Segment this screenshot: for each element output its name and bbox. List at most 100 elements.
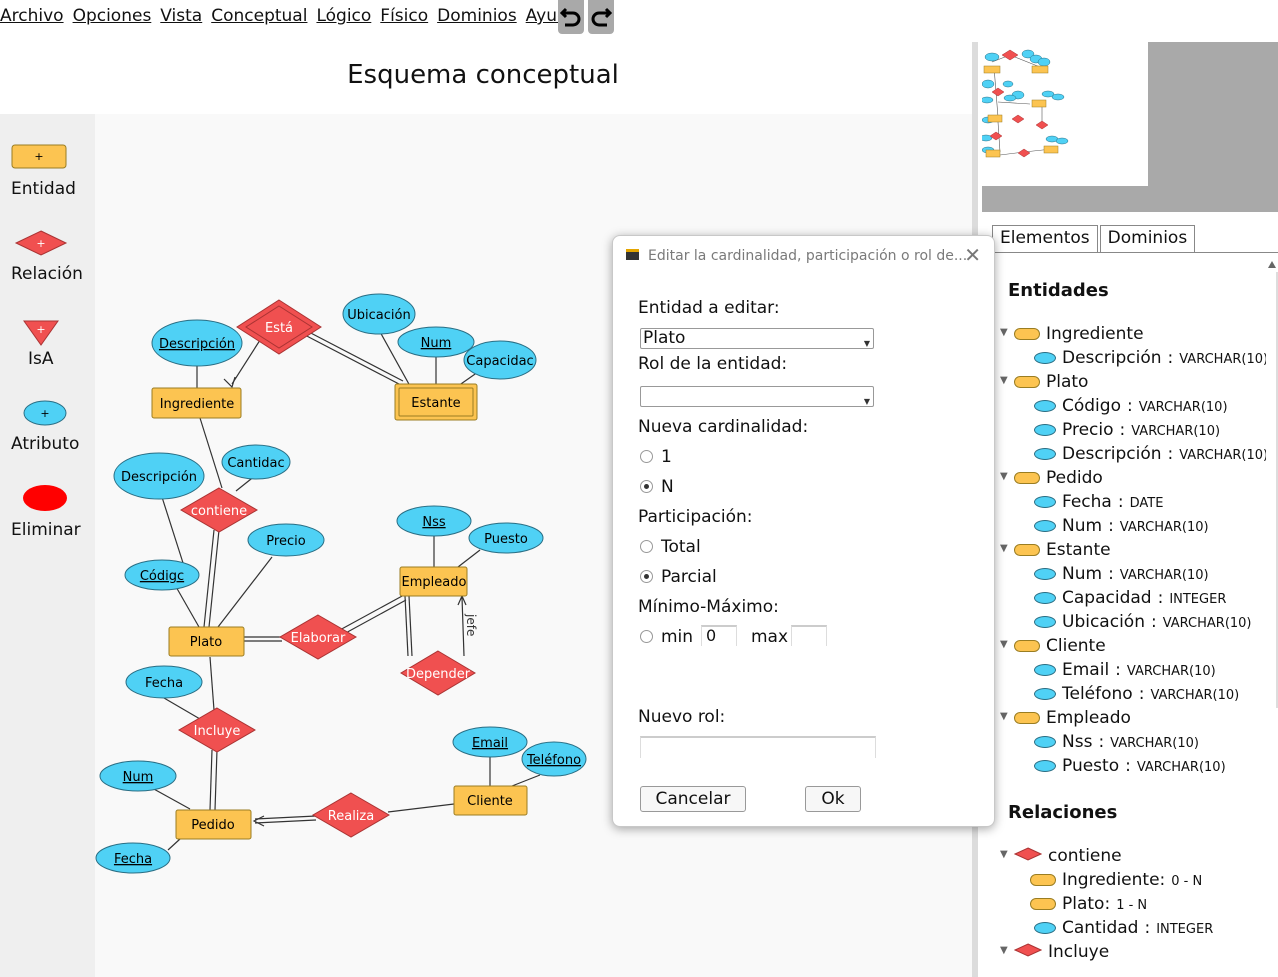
expand-arrow-icon[interactable]: ▼	[1000, 471, 1008, 482]
palette-attribute-tool[interactable]: + Atributo	[0, 396, 95, 456]
undo-button[interactable]	[558, 0, 584, 34]
min-input[interactable]: 0	[701, 625, 737, 646]
min-max-radio[interactable]: min	[640, 627, 693, 647]
tree-row-separator: :	[1108, 564, 1114, 584]
tree-relation-row[interactable]: ▼ Incluye	[1000, 942, 1109, 966]
menu-fisico[interactable]: Físico	[380, 8, 428, 25]
tree-row-type: VARCHAR(10)	[1179, 352, 1266, 367]
expand-arrow-icon[interactable]: ▼	[1000, 849, 1008, 860]
tree-attr-row[interactable]: Puesto: VARCHAR(10)	[1034, 756, 1226, 780]
attr-label: Capacidac	[466, 354, 533, 369]
expand-arrow-icon[interactable]: ▼	[1000, 375, 1008, 386]
attribute-icon	[1034, 352, 1056, 364]
tree-row-type: VARCHAR(10)	[1119, 568, 1209, 583]
tree-row-type: 1 - N	[1116, 898, 1148, 913]
cardinality-radio-1[interactable]: 1	[640, 447, 672, 467]
tree-entity-row[interactable]: ▼ Empleado	[1000, 708, 1131, 732]
menu-vista[interactable]: Vista	[160, 8, 202, 25]
minimap-viewport[interactable]	[979, 42, 1148, 186]
expand-arrow-icon[interactable]: ▼	[1000, 639, 1008, 650]
tab-elementos[interactable]: Elementos	[992, 225, 1098, 253]
expand-arrow-icon[interactable]: ▼	[1000, 945, 1008, 956]
tree-attr-row[interactable]: Ubicación: VARCHAR(10)	[1034, 612, 1252, 636]
tree-row-type: VARCHAR(10)	[1126, 664, 1216, 679]
tree-relattr-row[interactable]: Cantidad: INTEGER	[1034, 918, 1213, 942]
radio-dot	[640, 540, 653, 553]
max-input[interactable]	[791, 625, 827, 646]
participation-radio-parcial[interactable]: Parcial	[640, 567, 717, 587]
tree-attr-row[interactable]: Código: VARCHAR(10)	[1034, 396, 1228, 420]
attribute-icon	[1034, 448, 1056, 460]
redo-button[interactable]	[588, 0, 614, 34]
relation-icon	[1013, 846, 1043, 866]
entity-label: Ingrediente	[160, 397, 235, 412]
palette-delete-tool[interactable]: Eliminar	[0, 482, 95, 542]
tree-attr-row[interactable]: Nss: VARCHAR(10)	[1034, 732, 1199, 756]
min-max-label: Mínimo-Máximo:	[638, 597, 779, 617]
cardinality-radio-n[interactable]: N	[640, 477, 674, 497]
tree-part-row[interactable]: Plato: 1 - N	[1030, 894, 1147, 918]
attribute-icon	[1034, 760, 1056, 772]
tree-attr-row[interactable]: Email: VARCHAR(10)	[1034, 660, 1216, 684]
tree-row-type: DATE	[1129, 496, 1164, 511]
attr-label: Cantidac	[227, 456, 284, 471]
tree-entity-row[interactable]: ▼ Estante	[1000, 540, 1111, 564]
entity-select[interactable]: Plato ▼	[640, 328, 874, 349]
participation-radio-total[interactable]: Total	[640, 537, 701, 557]
tree-row-type: INTEGER	[1169, 592, 1227, 607]
relation-label: Elaborar	[291, 631, 346, 646]
elements-tree[interactable]: Entidades Relaciones ▼ Ingrediente Descrip…	[996, 258, 1266, 977]
tree-row-separator: :	[1115, 660, 1121, 680]
tree-attr-row[interactable]: Descripción: VARCHAR(10)	[1034, 348, 1266, 372]
tree-row-label: Num	[1062, 564, 1103, 584]
palette-entity-tool[interactable]: + Entidad	[0, 114, 95, 199]
tree-row-label: contiene	[1048, 846, 1122, 866]
tree-attr-row[interactable]: Num: VARCHAR(10)	[1034, 516, 1209, 540]
attribute-tool-icon: +	[23, 400, 67, 426]
attribute-icon	[1034, 736, 1056, 748]
attribute-icon	[1034, 592, 1056, 604]
expand-arrow-icon[interactable]: ▼	[1000, 711, 1008, 722]
attribute-icon	[1034, 496, 1056, 508]
relation-icon	[1013, 942, 1043, 962]
expand-arrow-icon[interactable]: ▼	[1000, 543, 1008, 554]
tree-entity-row[interactable]: ▼ Pedido	[1000, 468, 1103, 492]
tab-dominios[interactable]: Dominios	[1099, 225, 1196, 253]
tree-attr-row[interactable]: Teléfono: VARCHAR(10)	[1034, 684, 1239, 708]
expand-arrow-icon[interactable]: ▼	[1000, 327, 1008, 338]
role-select[interactable]: ▼	[640, 386, 874, 407]
attribute-icon	[1034, 664, 1056, 676]
menu-opciones[interactable]: Opciones	[73, 8, 152, 25]
palette-isa-tool[interactable]: + IsA	[0, 314, 95, 369]
tree-entity-row[interactable]: ▼ Ingrediente	[1000, 324, 1144, 348]
menu-logico[interactable]: Lógico	[316, 8, 371, 25]
tree-attr-row[interactable]: Capacidad: INTEGER	[1034, 588, 1226, 612]
isa-tool-plus: +	[36, 323, 45, 336]
attribute-icon	[1034, 520, 1056, 532]
tree-entity-row[interactable]: ▼ Cliente	[1000, 636, 1106, 660]
attribute-icon	[1034, 688, 1056, 700]
tree-part-row[interactable]: Ingrediente: 0 - N	[1030, 870, 1202, 894]
tree-attr-row[interactable]: Descripción: VARCHAR(10)	[1034, 444, 1266, 468]
max-label: max	[751, 627, 789, 647]
attr-label: Precio	[266, 534, 305, 549]
menu-conceptual[interactable]: Conceptual	[211, 8, 307, 25]
ok-button[interactable]: Ok	[805, 786, 861, 812]
entity-select-value: Plato	[643, 328, 686, 348]
cancel-button[interactable]: Cancelar	[640, 786, 746, 812]
menu-dominios[interactable]: Dominios	[437, 8, 517, 25]
tree-attr-row[interactable]: Fecha: DATE	[1034, 492, 1163, 516]
menu-archivo[interactable]: Archivo	[0, 8, 64, 25]
radio-dot-checked	[640, 480, 653, 493]
new-role-input[interactable]	[640, 736, 876, 758]
tree-scrollbar[interactable]	[1267, 258, 1278, 713]
tree-row-type: VARCHAR(10)	[1136, 760, 1226, 775]
tree-attr-row[interactable]: Num: VARCHAR(10)	[1034, 564, 1209, 588]
tree-relation-row[interactable]: ▼ contiene	[1000, 846, 1122, 870]
palette-relation-tool[interactable]: + Relación	[0, 229, 95, 284]
tree-entity-row[interactable]: ▼ Plato	[1000, 372, 1088, 396]
close-icon[interactable]: ✕	[964, 243, 981, 267]
tree-row-type: VARCHAR(10)	[1119, 520, 1209, 535]
diagram-minimap[interactable]	[979, 42, 1278, 212]
tree-attr-row[interactable]: Precio: VARCHAR(10)	[1034, 420, 1220, 444]
